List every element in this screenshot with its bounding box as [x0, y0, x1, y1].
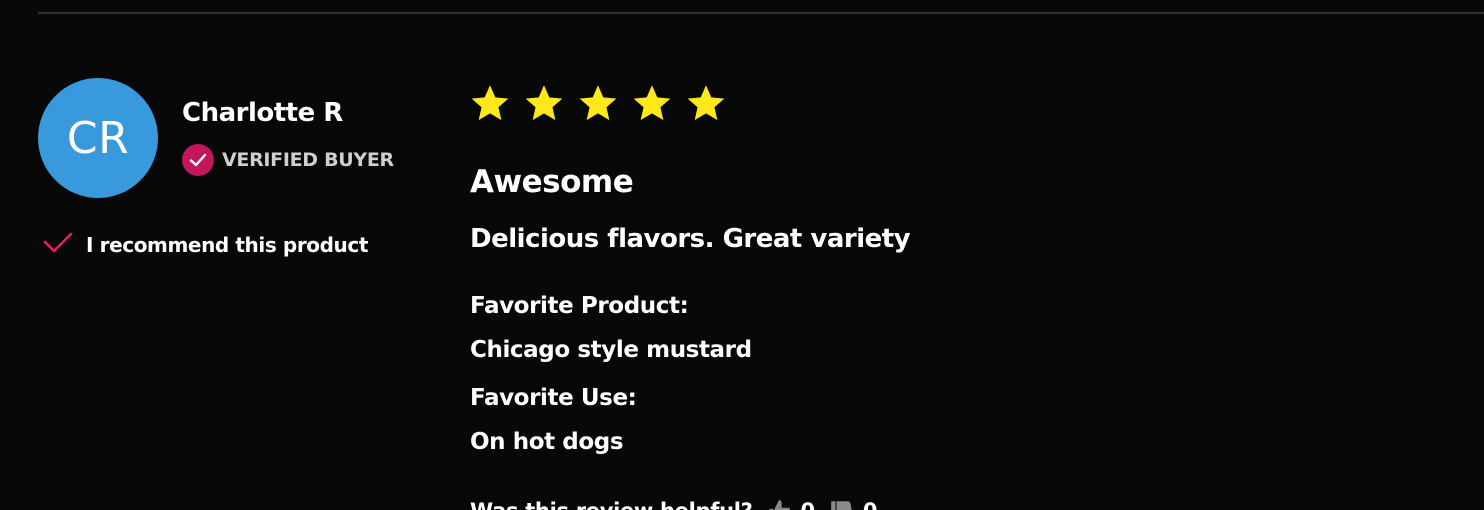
helpful-question: Was this review helpful? — [470, 499, 753, 510]
review-card: CR Charlotte R VERIFIED BUYER I recommen… — [0, 0, 1484, 510]
thumbs-up-icon — [768, 500, 790, 510]
downvote-button[interactable]: 0 — [829, 498, 877, 510]
favorite-product-value: Chicago style mustard — [470, 337, 752, 363]
downvote-count: 0 — [863, 499, 878, 510]
star-icon — [687, 85, 725, 121]
favorite-use-value: On hot dogs — [470, 429, 624, 455]
thumbs-down-icon — [831, 501, 852, 510]
star-icon — [525, 85, 563, 121]
star-icon — [579, 85, 617, 121]
star-icon — [633, 85, 671, 121]
verified-buyer-label: VERIFIED BUYER — [222, 149, 394, 171]
review-body: Delicious flavors. Great variety — [470, 224, 911, 254]
top-divider — [38, 12, 1484, 14]
review-title: Awesome — [470, 164, 634, 200]
checkmark-icon — [42, 228, 74, 261]
avatar-initials: CR — [66, 112, 130, 164]
verified-buyer-badge: VERIFIED BUYER — [182, 144, 394, 176]
recommend-indicator: I recommend this product — [42, 228, 368, 261]
upvote-button[interactable]: 0 — [767, 498, 815, 510]
favorite-product-label: Favorite Product: — [470, 293, 689, 319]
favorite-use-label: Favorite Use: — [470, 385, 637, 411]
helpful-section: Was this review helpful? 0 0 — [470, 498, 877, 510]
check-circle-icon — [182, 144, 214, 176]
recommend-label: I recommend this product — [86, 232, 369, 257]
avatar: CR — [38, 78, 158, 198]
upvote-count: 0 — [801, 499, 816, 510]
reviewer-name: Charlotte R — [182, 98, 343, 128]
star-icon — [471, 85, 509, 121]
star-rating — [468, 82, 728, 126]
